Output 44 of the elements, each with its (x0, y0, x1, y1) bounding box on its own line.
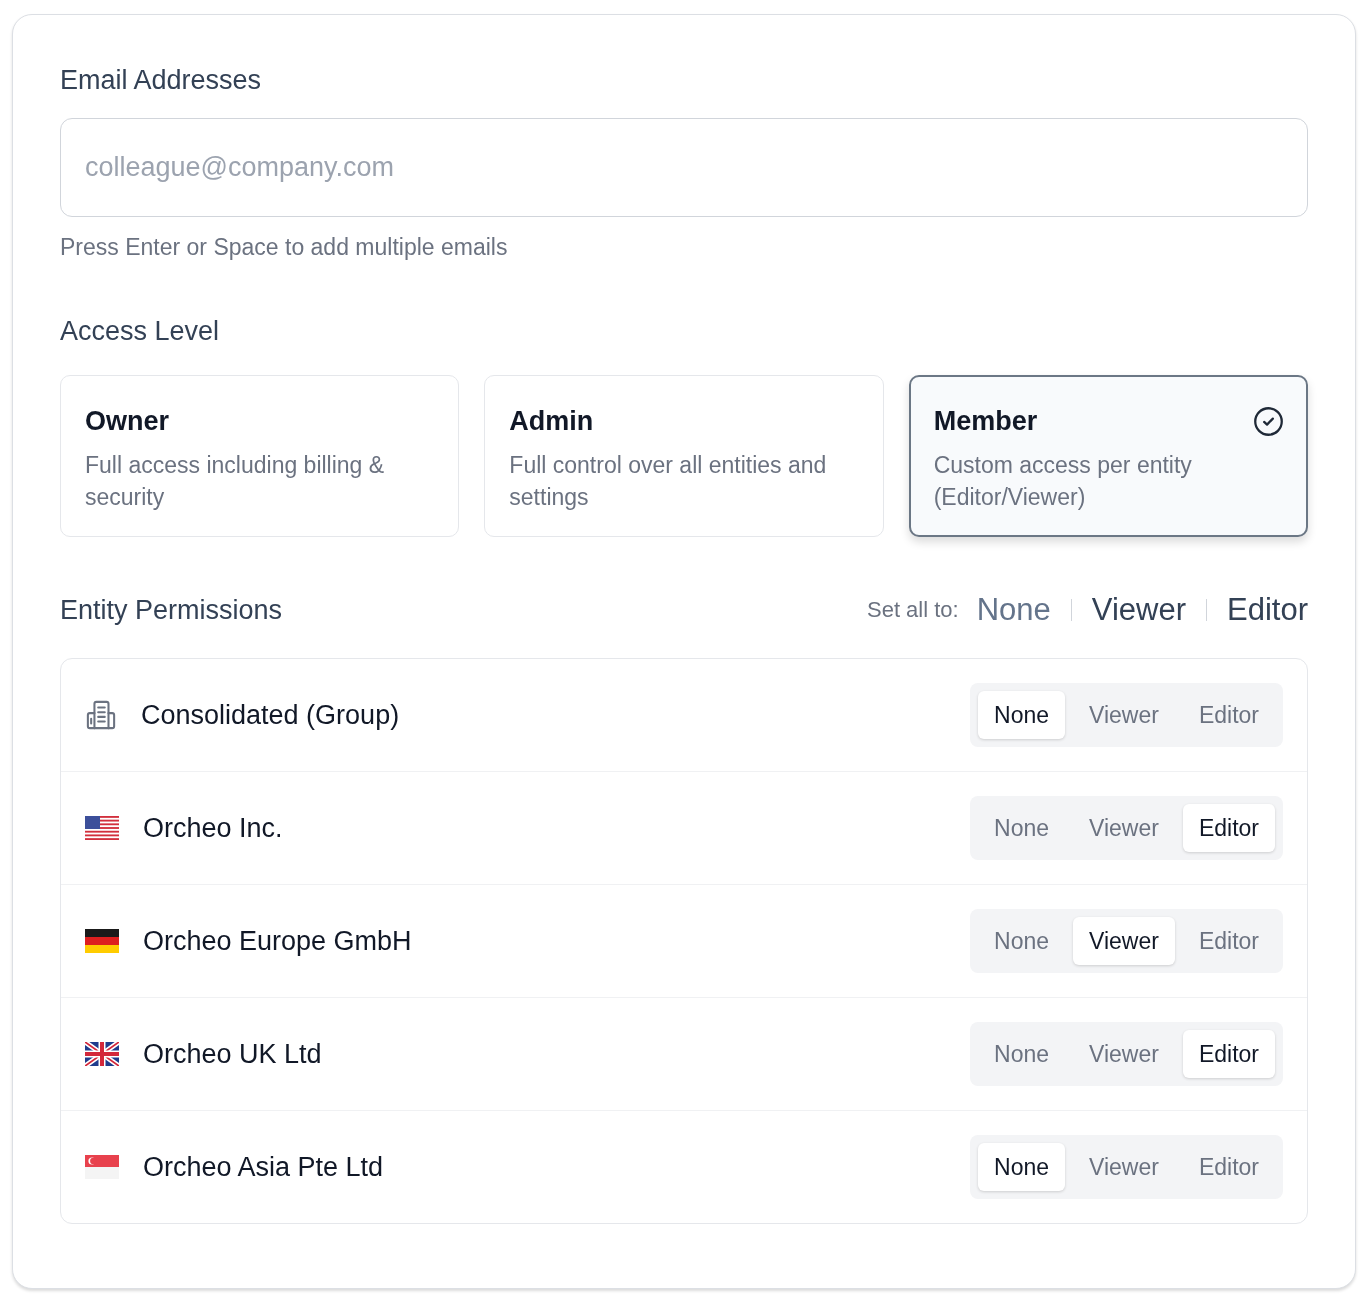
set-all-option[interactable]: Editor (1227, 591, 1308, 629)
card-title: Owner (85, 405, 170, 438)
permission-option[interactable]: Viewer (1073, 917, 1175, 965)
permission-option[interactable]: Viewer (1073, 1030, 1175, 1078)
permission-option[interactable]: Viewer (1073, 804, 1175, 852)
singapore-flag-icon (85, 1155, 119, 1179)
permission-option[interactable]: Viewer (1073, 1143, 1175, 1191)
permission-option[interactable]: Editor (1182, 1143, 1275, 1191)
entity-name: Orcheo Inc. (143, 812, 284, 844)
building-icon (86, 700, 116, 730)
check-circle-icon (1254, 406, 1283, 436)
access-level-card[interactable]: Admin Full control over all entities and settings (484, 375, 884, 537)
set-all-label: Set all to: (867, 597, 959, 623)
entity-name: Consolidated (Group) (141, 699, 401, 731)
permission-option[interactable]: None (978, 691, 1065, 739)
card-description: Full access including billing & security (85, 451, 386, 512)
email-field[interactable]: colleague@company.com (60, 118, 1308, 217)
entity-name: Orcheo Asia Pte Ltd (143, 1151, 385, 1183)
permission-option[interactable]: Editor (1182, 691, 1275, 739)
card-description: Full control over all entities and settings (509, 451, 828, 512)
card-description: Custom access per entity (Editor/Viewer) (933, 451, 1193, 512)
card-title: Admin (509, 405, 594, 438)
access-level-card[interactable]: Member Custom access per entity (Editor/Viewer) (908, 375, 1308, 537)
section-label: Email Addresses (60, 64, 262, 97)
set-all-option[interactable]: None (976, 591, 1051, 629)
section-label: Entity Permissions (60, 594, 283, 627)
card-title: Member (933, 405, 1038, 438)
permission-option[interactable]: Editor (1182, 804, 1275, 852)
permission-option[interactable]: Editor (1182, 917, 1275, 965)
permission-option[interactable]: None (978, 1030, 1065, 1078)
permission-option[interactable]: None (978, 804, 1065, 852)
german-flag-icon (85, 929, 119, 953)
permission-option[interactable]: None (978, 1143, 1065, 1191)
permission-option[interactable]: Viewer (1073, 691, 1175, 739)
permission-option[interactable]: Editor (1182, 1030, 1275, 1078)
section-label: Access Level (60, 315, 220, 348)
entity-name: Orcheo Europe GmbH (143, 925, 413, 957)
set-all-option[interactable]: Viewer (1091, 591, 1186, 629)
entity-name: Orcheo UK Ltd (143, 1038, 323, 1070)
permission-option[interactable]: None (978, 917, 1065, 965)
access-level-card[interactable]: Owner Full access including billing & security (60, 375, 460, 537)
hint-text: Press Enter or Space to add multiple emails (60, 233, 508, 261)
uk-flag-icon (85, 1042, 119, 1066)
us-flag-icon (85, 816, 119, 840)
